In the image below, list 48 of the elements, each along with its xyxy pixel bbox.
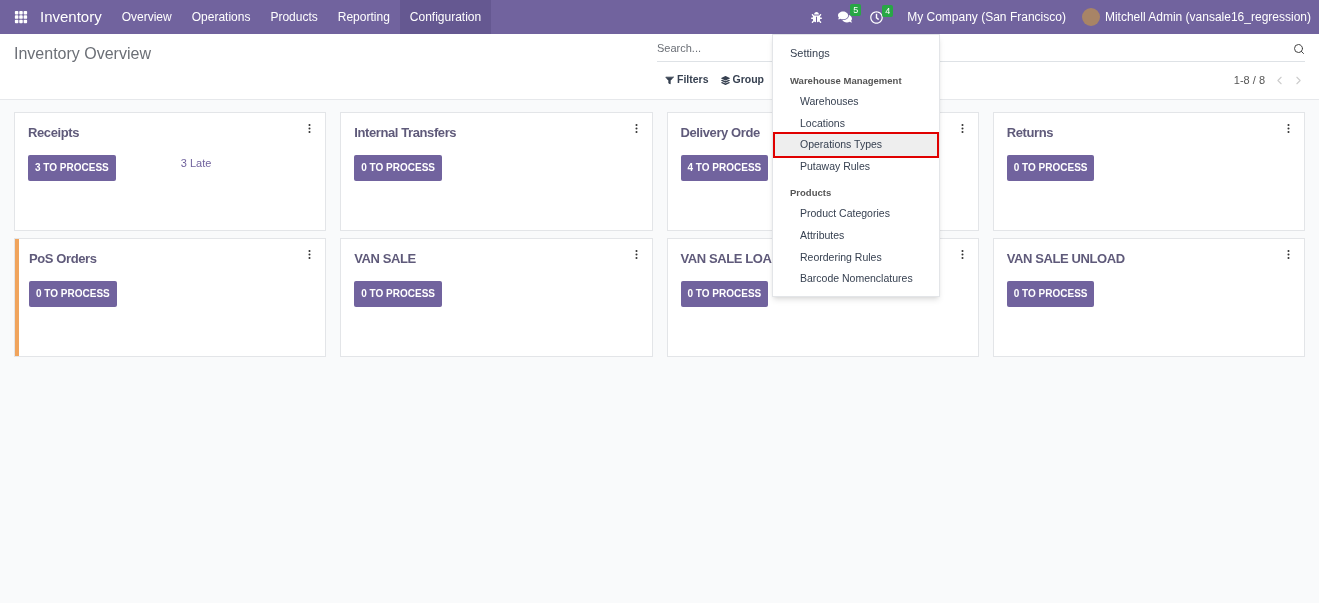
search-icon[interactable]: [1293, 42, 1305, 55]
card-title[interactable]: VAN SALE UNLOAD: [1006, 249, 1125, 269]
menu-item[interactable]: Product Categories: [773, 203, 939, 225]
to-process-button[interactable]: 0 TO PROCESS: [1006, 280, 1095, 307]
chat-icon[interactable]: [838, 10, 853, 24]
menu-item[interactable]: Reordering Rules: [773, 246, 939, 269]
card-title[interactable]: VAN SALE LOA: [680, 249, 772, 269]
card-title[interactable]: Delivery Orde: [680, 123, 760, 143]
menu-item[interactable]: Putaway Rules: [773, 156, 939, 178]
card-title[interactable]: PoS Orders: [29, 249, 97, 269]
menu-item[interactable]: Warehouses: [773, 90, 939, 113]
card-title[interactable]: Internal Transfers: [354, 123, 457, 143]
app-grid-icon[interactable]: [14, 10, 28, 24]
to-process-button[interactable]: 4 TO PROCESS: [680, 154, 769, 181]
pager-value: 1-8 / 8: [1233, 73, 1265, 88]
filter-icon: [665, 75, 674, 85]
to-process-button[interactable]: 0 TO PROCESS: [680, 280, 769, 307]
menu-item[interactable]: Barcode Nomenclatures: [773, 268, 939, 290]
menu-section-header: Products: [789, 185, 833, 200]
page-title: Inventory Overview: [14, 45, 151, 62]
nav-menu-item[interactable]: Reporting: [327, 0, 400, 34]
message-count-badge: 5: [850, 4, 862, 16]
user-menu[interactable]: Mitchell Admin (vansale16_regression): [1104, 8, 1311, 26]
menu-item[interactable]: Locations: [773, 112, 939, 135]
nav-menu-item[interactable]: Configuration: [399, 0, 492, 34]
activity-count-badge: 4: [882, 4, 894, 17]
to-process-button[interactable]: 3 TO PROCESS: [28, 154, 116, 181]
nav-menu-item[interactable]: Operations: [181, 0, 261, 34]
menu-item[interactable]: Operations Types: [775, 134, 937, 156]
to-process-button[interactable]: 0 TO PROCESS: [354, 154, 442, 181]
to-process-button[interactable]: 0 TO PROCESS: [29, 280, 117, 307]
clock-icon[interactable]: [870, 10, 884, 24]
nav-menu-item[interactable]: Overview: [111, 0, 182, 34]
app-name[interactable]: Inventory: [40, 5, 102, 29]
layers-icon: [720, 75, 730, 85]
card-title[interactable]: VAN SALE: [354, 249, 416, 269]
bug-icon[interactable]: [811, 11, 823, 23]
menu-item[interactable]: Attributes: [773, 224, 939, 247]
group-by-button[interactable]: Group: [720, 72, 764, 89]
company-switcher[interactable]: My Company (San Francisco): [907, 8, 1066, 26]
menu-section-header: Warehouse Management: [789, 73, 903, 88]
filters-button[interactable]: Filters: [665, 72, 709, 89]
nav-menu-item[interactable]: Products: [260, 0, 328, 34]
card-title[interactable]: Receipts: [28, 123, 79, 143]
to-process-button[interactable]: 0 TO PROCESS: [354, 280, 442, 307]
late-count-link[interactable]: 3 Late: [180, 155, 212, 172]
card-title[interactable]: Returns: [1006, 123, 1054, 143]
to-process-button[interactable]: 0 TO PROCESS: [1006, 154, 1095, 181]
